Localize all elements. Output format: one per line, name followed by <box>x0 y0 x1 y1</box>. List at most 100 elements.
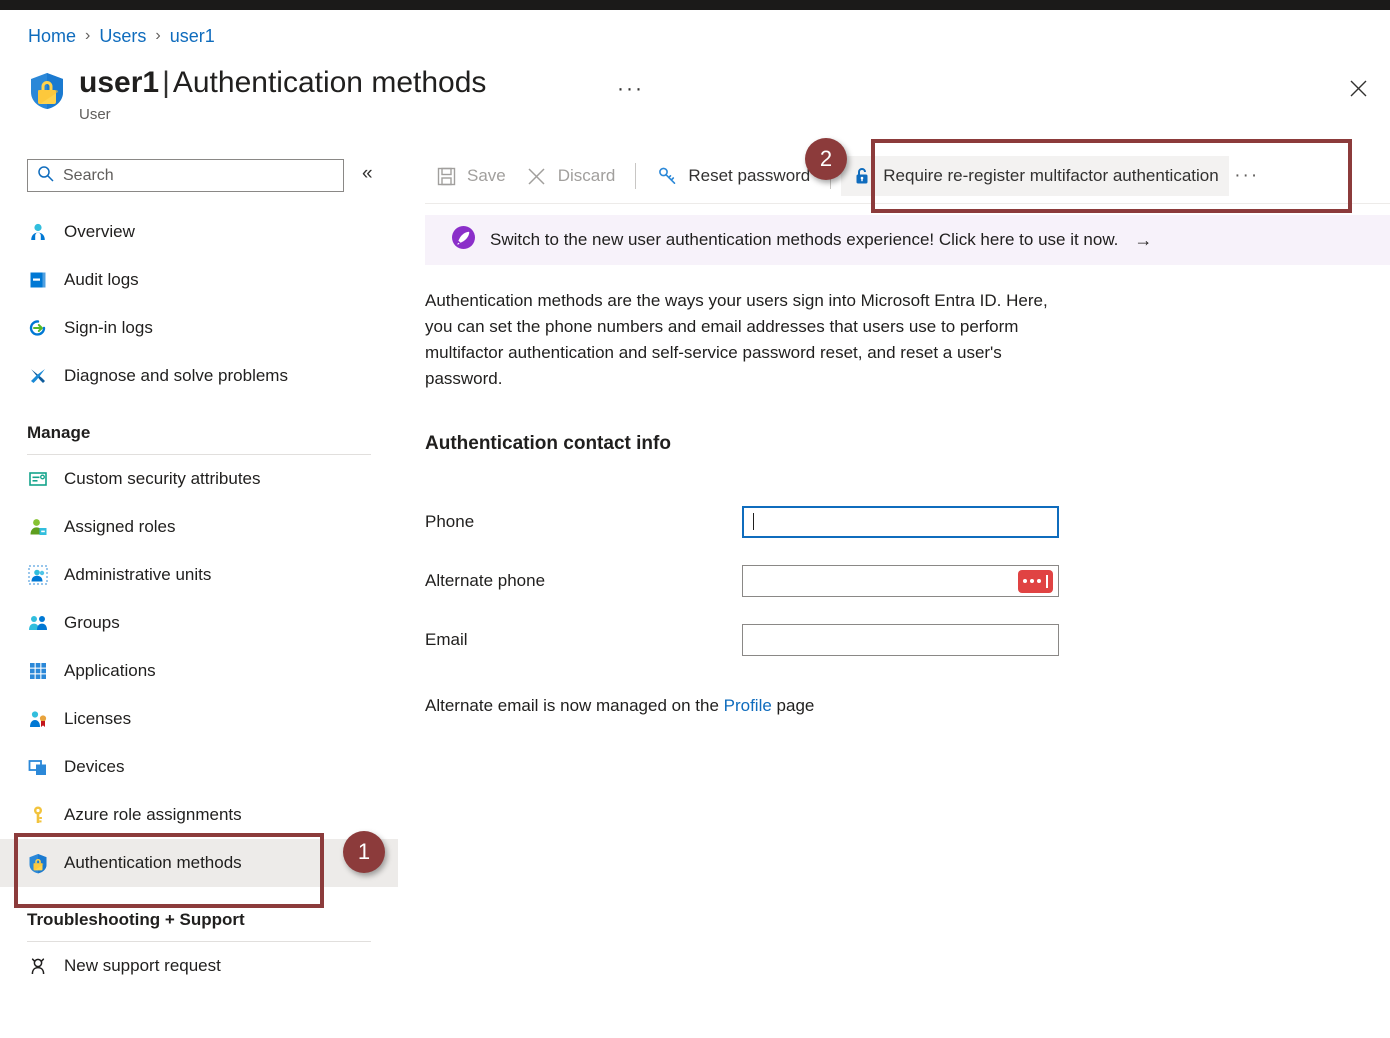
command-toolbar: Save Discard Reset password Require re-r… <box>425 152 1390 200</box>
groups-icon <box>27 612 49 634</box>
shield-lock-icon <box>27 852 49 874</box>
sidebar-item-label: Groups <box>64 613 120 632</box>
sidebar-item-label: Assigned roles <box>64 517 176 536</box>
email-label: Email <box>425 629 468 649</box>
sidebar-item-label: Authentication methods <box>64 853 242 872</box>
sidebar-item-licenses[interactable]: Licenses <box>0 695 398 743</box>
sidebar-item-new-support-request[interactable]: New support request <box>0 942 398 990</box>
intro-text: Authentication methods are the ways your… <box>425 291 1048 388</box>
email-field[interactable] <box>742 623 1059 656</box>
alternate-phone-field[interactable] <box>742 564 1059 597</box>
new-experience-banner[interactable]: Switch to the new user authentication me… <box>425 215 1390 265</box>
administrative-units-icon <box>27 564 49 586</box>
page-title-section: Authentication methods <box>172 66 487 99</box>
sidebar-item-devices[interactable]: Devices <box>0 743 398 791</box>
cursor-bar <box>1046 574 1048 588</box>
sidebar-item-label: Administrative units <box>64 565 212 584</box>
page-title-more-icon[interactable]: ··· <box>617 78 644 99</box>
footnote-before: Alternate email is now managed on the <box>425 696 724 715</box>
key-icon <box>27 804 49 826</box>
assigned-roles-icon <box>27 516 49 538</box>
rocket-icon <box>451 225 476 255</box>
audit-log-icon <box>27 269 49 291</box>
phone-field[interactable] <box>742 505 1059 538</box>
shield-lock-icon <box>28 71 66 111</box>
search-placeholder: Search <box>63 166 114 184</box>
phone-label: Phone <box>425 511 475 531</box>
discard-label: Discard <box>557 166 616 185</box>
page-title-row: user1 | Authentication methods User <box>28 64 486 124</box>
page-title: user1 | Authentication methods <box>79 64 486 102</box>
form-row-phone: Phone <box>425 492 1125 551</box>
breadcrumb-item-home[interactable]: Home <box>28 25 76 47</box>
breadcrumb-separator: › <box>85 27 91 44</box>
sidebar: Overview Audit logs Sign-in logs Diagnos… <box>0 208 398 990</box>
sidebar-item-administrative-units[interactable]: Administrative units <box>0 551 398 599</box>
page-title-texts: user1 | Authentication methods User <box>79 64 486 124</box>
dot <box>1030 579 1034 583</box>
sidebar-item-label: Devices <box>64 757 125 776</box>
sidebar-item-label: Azure role assignments <box>64 805 242 824</box>
sidebar-group-troubleshooting: Troubleshooting + Support <box>0 887 398 942</box>
sidebar-item-label: Sign-in logs <box>64 318 153 337</box>
close-icon[interactable] <box>1342 72 1374 104</box>
alternate-phone-label: Alternate phone <box>425 570 546 590</box>
sidebar-item-azure-role-assignments[interactable]: Azure role assignments <box>0 791 398 839</box>
require-reregister-mfa-label: Require re-register multifactor authenti… <box>883 166 1219 185</box>
sign-in-icon <box>27 317 49 339</box>
top-black-bar <box>0 0 1390 10</box>
breadcrumb-item-user1[interactable]: user1 <box>170 25 215 47</box>
support-person-icon <box>27 955 49 977</box>
form-row-alternate-phone: Alternate phone <box>425 551 1125 610</box>
sidebar-item-label: Audit logs <box>64 270 139 289</box>
sidebar-item-authentication-methods[interactable]: Authentication methods <box>0 839 398 887</box>
toolbar-overflow-icon[interactable]: ··· <box>1229 156 1265 196</box>
search-input[interactable]: Search <box>27 159 344 192</box>
sidebar-group-manage: Manage <box>0 400 398 455</box>
main-content: Authentication methods are the ways your… <box>425 288 1125 717</box>
sidebar-item-label: Custom security attributes <box>64 469 261 488</box>
page-title-pipe: | <box>162 66 170 99</box>
toolbar-separator <box>635 163 637 189</box>
toolbar-divider <box>425 203 1390 204</box>
sidebar-item-custom-security-attributes[interactable]: Custom security attributes <box>0 455 398 503</box>
reset-password-label: Reset password <box>688 166 811 185</box>
sidebar-item-label: Overview <box>64 222 135 241</box>
profile-link[interactable]: Profile <box>724 696 772 715</box>
breadcrumb-separator: › <box>155 27 161 44</box>
collapse-sidebar-icon[interactable]: « <box>362 163 373 185</box>
text-caret <box>753 513 754 530</box>
dot <box>1037 579 1041 583</box>
lock-unlocked-icon <box>851 165 873 187</box>
sidebar-item-label: Diagnose and solve problems <box>64 366 288 385</box>
sidebar-item-label: Licenses <box>64 709 132 728</box>
devices-icon <box>27 756 49 778</box>
auth-contact-form: Phone Alternate phone Email <box>425 492 1125 669</box>
licenses-icon <box>27 708 49 730</box>
page-title-user: user1 <box>79 66 160 99</box>
masked-value-badge <box>1018 569 1053 593</box>
sidebar-item-overview[interactable]: Overview <box>0 208 398 256</box>
discard-button[interactable]: Discard <box>516 156 626 196</box>
sidebar-item-groups[interactable]: Groups <box>0 599 398 647</box>
breadcrumb-item-users[interactable]: Users <box>99 25 146 47</box>
require-reregister-mfa-button[interactable]: Require re-register multifactor authenti… <box>841 156 1229 196</box>
save-icon <box>435 165 457 187</box>
arrow-right-icon: → <box>1134 229 1153 250</box>
toolbar-separator <box>830 163 832 189</box>
search-icon <box>37 165 54 187</box>
wrench-icon <box>27 365 49 387</box>
sidebar-item-audit-logs[interactable]: Audit logs <box>0 256 398 304</box>
sidebar-group-title: Manage <box>27 423 91 442</box>
sidebar-item-assigned-roles[interactable]: Assigned roles <box>0 503 398 551</box>
sidebar-item-applications[interactable]: Applications <box>0 647 398 695</box>
section-title-auth-contact-info: Authentication contact info <box>425 433 671 454</box>
sidebar-item-diagnose-and-solve-problems[interactable]: Diagnose and solve problems <box>0 352 398 400</box>
attributes-icon <box>27 468 49 490</box>
azure-portal-blade: Home › Users › user1 user1 | Authenticatio… <box>0 0 1390 1038</box>
footnote-after: page <box>771 696 815 715</box>
save-button[interactable]: Save <box>425 156 516 196</box>
sidebar-item-label: New support request <box>64 956 221 975</box>
reset-password-button[interactable]: Reset password <box>646 156 820 196</box>
sidebar-item-sign-in-logs[interactable]: Sign-in logs <box>0 304 398 352</box>
